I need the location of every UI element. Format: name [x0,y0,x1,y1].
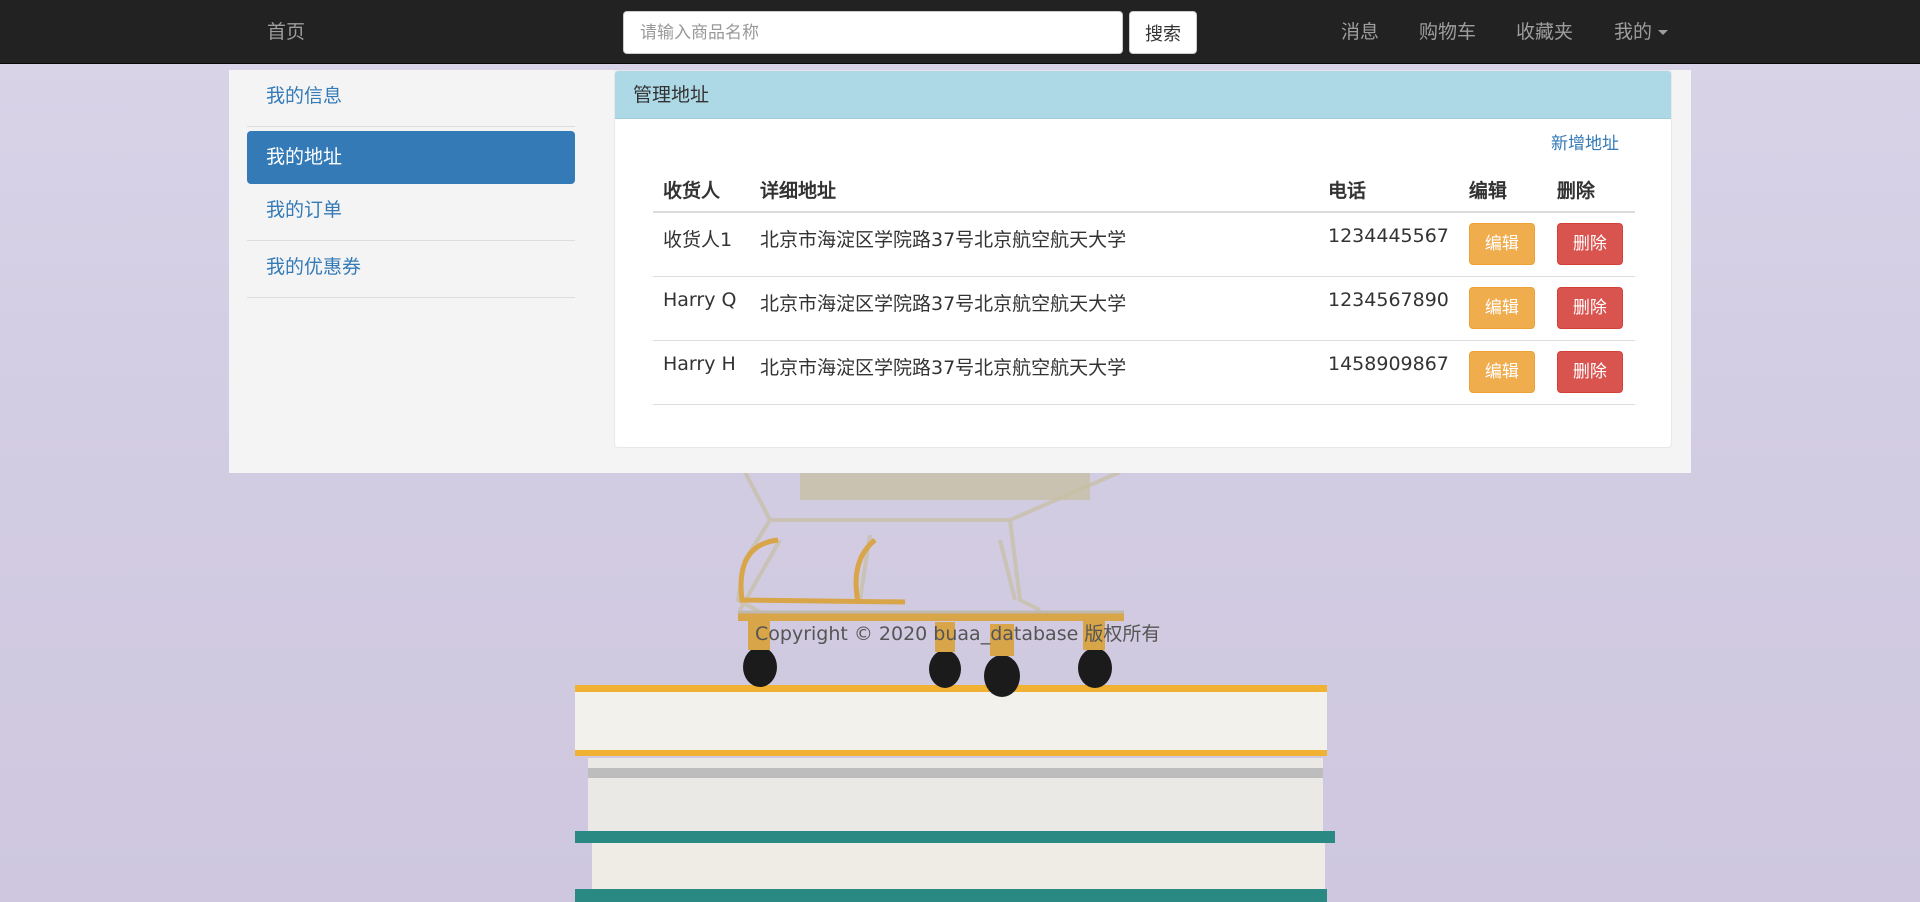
table-row: Harry Q 北京市海淀区学院路37号北京航空航天大学 1234567890 … [653,276,1635,341]
column-header-recipient: 收货人 [653,168,750,213]
address-cell: 北京市海淀区学院路37号北京航空航天大学 [750,340,1318,405]
edit-button[interactable]: 编辑 [1468,287,1535,329]
column-header-address: 详细地址 [750,168,1318,213]
address-cell: 北京市海淀区学院路37号北京航空航天大学 [750,276,1318,341]
column-header-edit: 编辑 [1458,168,1547,213]
recipient-cell: 收货人1 [653,212,750,277]
caret-down-icon [1658,30,1669,35]
nav-mine-label: 我的 [1614,21,1653,43]
recipient-cell: Harry H [653,340,750,405]
search-input[interactable] [623,11,1123,54]
sidebar-item-my-info[interactable]: 我的信息 [247,70,575,127]
panel-title: 管理地址 [615,71,1671,119]
sidebar-item-my-orders[interactable]: 我的订单 [247,184,575,241]
sidebar-item-my-address[interactable]: 我的地址 [247,131,575,184]
copyright-footer: Copyright © 2020 buaa_database 版权所有 [755,623,1161,645]
recipient-cell: Harry Q [653,276,750,341]
column-header-delete: 删除 [1546,168,1635,213]
table-row: Harry H 北京市海淀区学院路37号北京航空航天大学 1458909867 … [653,340,1635,405]
add-address-link[interactable]: 新增地址 [1551,129,1619,154]
nav-cart-link[interactable]: 购物车 [1419,0,1476,64]
sidebar-item-my-coupons[interactable]: 我的优惠券 [247,241,575,298]
table-header-row: 收货人 详细地址 电话 编辑 删除 [653,168,1635,213]
phone-cell: 1234445567 [1318,212,1459,277]
address-panel: 管理地址 新增地址 收货人 详细地址 电话 编辑 删除 收货人1 北京市海淀区学… [614,70,1672,448]
phone-cell: 1234567890 [1318,276,1459,341]
edit-button[interactable]: 编辑 [1468,223,1535,266]
nav-favorites-link[interactable]: 收藏夹 [1516,0,1573,64]
nav-mine-dropdown[interactable]: 我的 [1614,0,1669,64]
delete-button[interactable]: 删除 [1556,223,1623,266]
nav-home-link[interactable]: 首页 [267,0,305,64]
account-sidebar: 我的信息 我的地址 我的订单 我的优惠券 [247,70,575,298]
main-container: 我的信息 我的地址 我的订单 我的优惠券 管理地址 新增地址 收货人 详细地址 … [229,70,1691,473]
search-button[interactable]: 搜索 [1129,11,1197,54]
nav-messages-link[interactable]: 消息 [1341,0,1379,64]
address-cell: 北京市海淀区学院路37号北京航空航天大学 [750,212,1318,277]
column-header-phone: 电话 [1318,168,1459,213]
phone-cell: 1458909867 [1318,340,1459,405]
delete-button[interactable]: 删除 [1556,287,1623,329]
address-table: 收货人 详细地址 电话 编辑 删除 收货人1 北京市海淀区学院路37号北京航空航… [653,168,1635,405]
table-row: 收货人1 北京市海淀区学院路37号北京航空航天大学 1234445567 编辑 … [653,212,1635,277]
edit-button[interactable]: 编辑 [1468,351,1535,393]
delete-button[interactable]: 删除 [1556,351,1623,393]
top-navbar: 首页 搜索 消息 购物车 收藏夹 我的 [0,0,1920,64]
